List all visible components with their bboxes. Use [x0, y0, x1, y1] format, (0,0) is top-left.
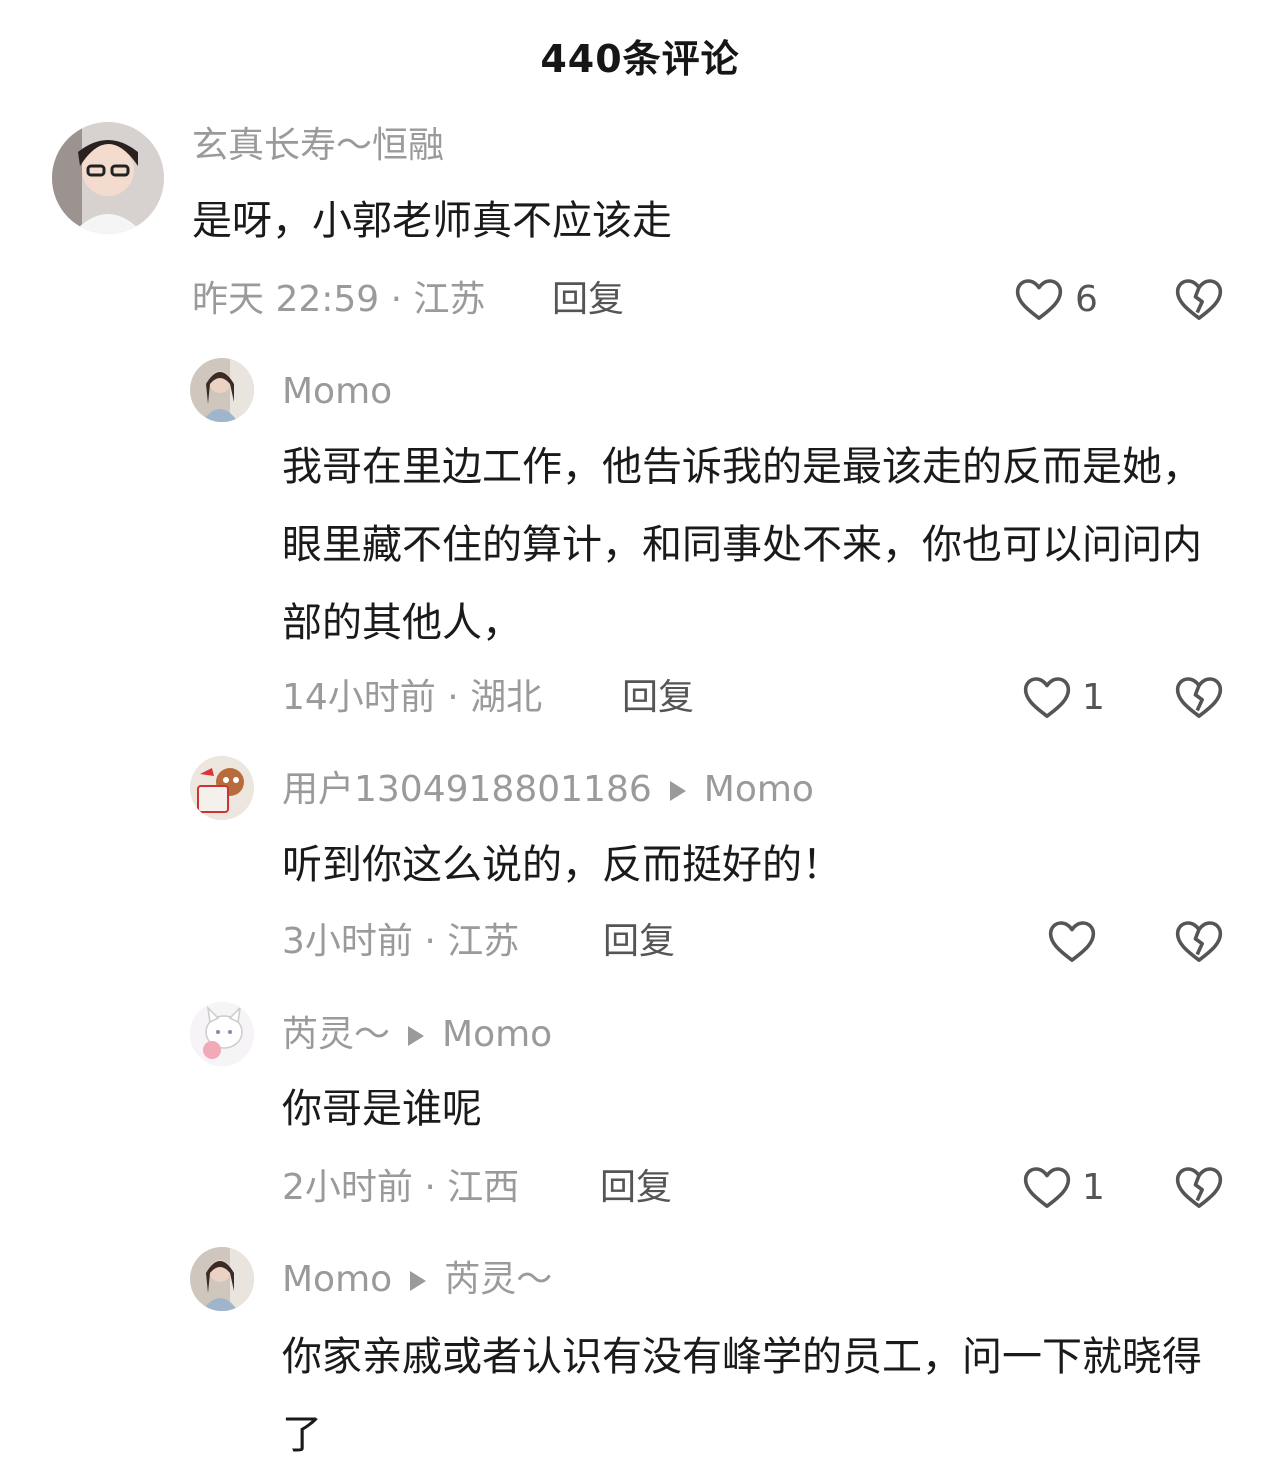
- comment-username[interactable]: 芮灵～ Momo: [282, 1011, 552, 1059]
- dislike-button[interactable]: [1172, 670, 1226, 724]
- avatar[interactable]: [190, 1247, 254, 1311]
- like-count: 6: [1075, 279, 1098, 320]
- avatar[interactable]: [190, 358, 254, 422]
- comment-username[interactable]: 玄真长寿～恒融: [192, 122, 444, 170]
- avatar[interactable]: [190, 756, 254, 820]
- reply-button[interactable]: 回复: [603, 918, 675, 966]
- comment-time: 14小时前: [282, 677, 436, 718]
- dislike-button[interactable]: [1172, 914, 1226, 968]
- reply-button[interactable]: 回复: [622, 674, 694, 722]
- broken-heart-icon: [1175, 921, 1223, 962]
- reply-to-arrow-icon: [408, 1026, 425, 1046]
- meta-separator: ·: [412, 921, 448, 962]
- reply-author[interactable]: 芮灵～: [282, 1014, 390, 1055]
- comment-meta: 2小时前 · 江西: [282, 1164, 519, 1212]
- reply-to-arrow-icon: [669, 781, 686, 801]
- broken-heart-icon: [1175, 1167, 1223, 1208]
- comment-username[interactable]: Momo: [282, 368, 392, 416]
- dislike-button[interactable]: [1172, 272, 1226, 326]
- reply-to-arrow-icon: [410, 1271, 427, 1291]
- like-button[interactable]: [1012, 272, 1066, 326]
- reply-button[interactable]: 回复: [552, 276, 624, 324]
- comment-time: 昨天 22:59: [192, 279, 380, 320]
- comments-count-title: 440条评论: [540, 37, 740, 81]
- comment-username[interactable]: Momo 芮灵～: [282, 1256, 552, 1304]
- broken-heart-icon: [1175, 279, 1223, 320]
- like-count: 1: [1082, 1167, 1105, 1208]
- comment-location: 江苏: [413, 279, 486, 320]
- reply-author[interactable]: 用户1304918801186: [282, 769, 652, 810]
- comment-text: 我哥在里边工作，他告诉我的是最该走的反而是她，眼里藏不住的算计，和同事处不来，你…: [282, 444, 1202, 646]
- comment-location: 江苏: [447, 921, 520, 962]
- reply-target[interactable]: Momo: [442, 1014, 552, 1055]
- comment-meta: 3小时前 · 江苏: [282, 918, 519, 966]
- heart-outline-icon: [1023, 677, 1071, 718]
- reply-button[interactable]: 回复: [600, 1164, 672, 1212]
- meta-separator: ·: [412, 1167, 448, 1208]
- avatar[interactable]: [190, 1002, 254, 1066]
- avatar[interactable]: [52, 122, 164, 234]
- heart-outline-icon: [1048, 921, 1096, 962]
- comment-time: 3小时前: [282, 921, 413, 962]
- comment-meta: 昨天 22:59 · 江苏: [192, 276, 486, 324]
- heart-outline-icon: [1023, 1167, 1071, 1208]
- comment-text: 你家亲戚或者认识有没有峰学的员工，问一下就晓得了: [282, 1334, 1202, 1458]
- like-count: 1: [1082, 677, 1105, 718]
- heart-outline-icon: [1015, 279, 1063, 320]
- comment-text: 听到你这么说的，反而挺好的！: [282, 842, 842, 888]
- comment-location: 江西: [447, 1167, 520, 1208]
- reply-author[interactable]: Momo: [282, 1259, 392, 1300]
- comment-text: 是呀，小郭老师真不应该走: [192, 198, 672, 244]
- comment-location: 湖北: [470, 677, 543, 718]
- meta-separator: ·: [379, 279, 414, 320]
- like-button[interactable]: [1020, 670, 1074, 724]
- like-button[interactable]: [1020, 1160, 1074, 1214]
- comment-text: 你哥是谁呢: [282, 1086, 482, 1132]
- dislike-button[interactable]: [1172, 1160, 1226, 1214]
- comment-time: 2小时前: [282, 1167, 413, 1208]
- comment-username[interactable]: 用户1304918801186 Momo: [282, 766, 814, 814]
- meta-separator: ·: [435, 677, 471, 718]
- broken-heart-icon: [1175, 677, 1223, 718]
- reply-target[interactable]: 芮灵～: [444, 1259, 552, 1300]
- like-button[interactable]: [1045, 914, 1099, 968]
- comment-meta: 14小时前 · 湖北: [282, 674, 542, 722]
- reply-target[interactable]: Momo: [704, 769, 814, 810]
